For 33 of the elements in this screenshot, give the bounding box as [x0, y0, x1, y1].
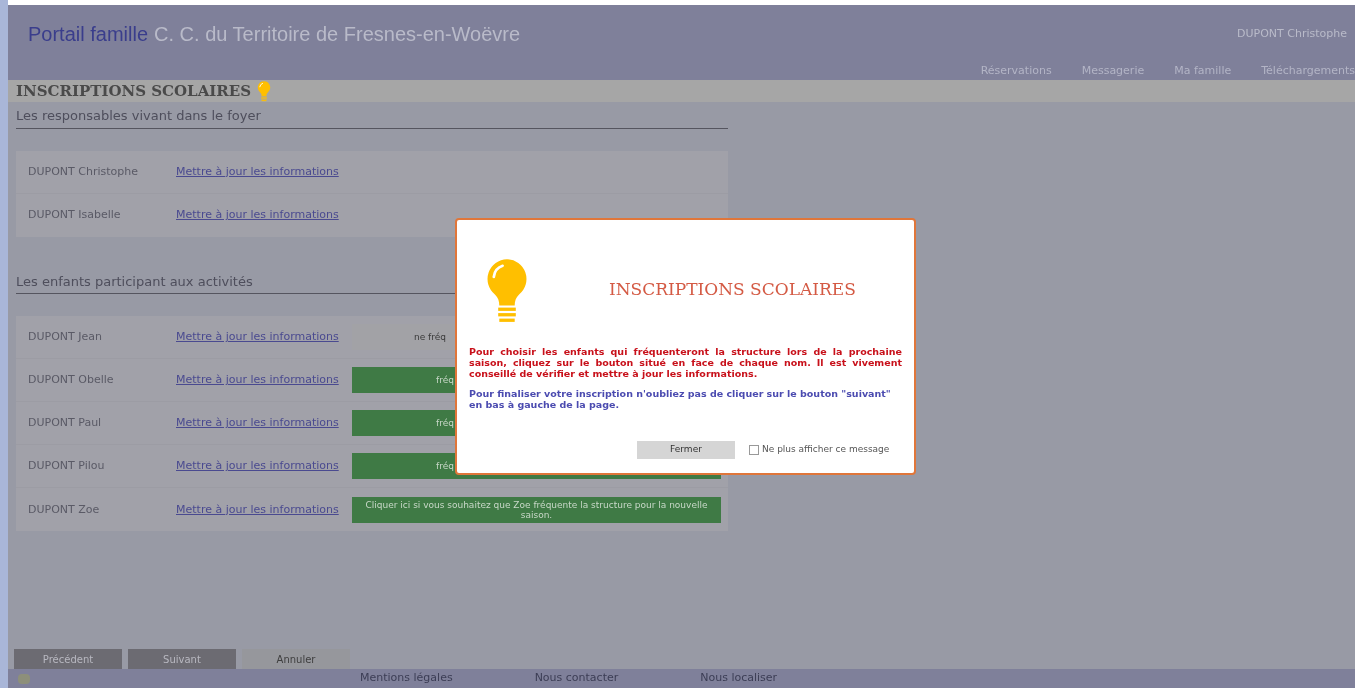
update-info-link[interactable]: Mettre à jour les informations [176, 501, 352, 519]
user-name: DUPONT Christophe [1237, 26, 1347, 43]
warning-message: Pour choisir les enfants qui fréquenteront la structure lors de la prochaine saison, cliquez sur le bouton situé en face de chaque nom. Il est vivement conseillé de vérifier et mettre à jour les informations. [469, 346, 902, 379]
update-info-link[interactable]: Mettre à jour les informations [176, 207, 352, 224]
checkbox[interactable] [749, 445, 759, 455]
person-name: DUPONT Isabelle [27, 207, 122, 224]
person-name: DUPONT Christophe [27, 163, 139, 180]
update-info-link[interactable]: Mettre à jour les informations [176, 329, 352, 346]
action-button[interactable]: Précédent [14, 649, 122, 670]
action-button[interactable]: Annuler [242, 649, 350, 670]
person-name: DUPONT Obelle [27, 372, 115, 389]
update-info-link[interactable]: Mettre à jour les informations [176, 415, 352, 432]
person-name: DUPONT Zoe [27, 501, 101, 518]
close-button[interactable]: Fermer [637, 441, 735, 459]
update-info-link[interactable]: Mettre à jour les informations [176, 458, 352, 475]
lightbulb-icon [257, 80, 272, 103]
organisation-name: C. C. du Territoire de Fresnes-en-Woëvre [154, 22, 521, 48]
footer-link[interactable]: Mentions légales [360, 670, 453, 687]
person-name: DUPONT Pilou [27, 458, 106, 475]
footer-link[interactable]: Nous localiser [700, 670, 778, 687]
action-button[interactable]: Suivant [128, 649, 236, 670]
person-name: DUPONT Jean [27, 329, 103, 346]
footer-link[interactable]: Nous contacter [534, 670, 619, 687]
update-info-link[interactable]: Mettre à jour les informations [176, 163, 352, 181]
update-info-link[interactable]: Mettre à jour les informations [176, 372, 352, 389]
checkbox-label: Ne plus afficher ce message [762, 443, 890, 457]
attendance-button[interactable]: Cliquer ici si vous souhaitez que Zoe fréquente la structure pour la nouvelle saison. [352, 496, 721, 523]
person-name: DUPONT Paul [27, 415, 103, 432]
portal-title: Portail famille [28, 22, 149, 48]
footer-logo-icon [18, 673, 30, 684]
page-title: INSCRIPTIONS SCOLAIRES [16, 80, 252, 102]
info-message: Pour finaliser votre inscription n'oubliez pas de cliquer sur le bouton "suivant" en bas à gauche de la page. [469, 388, 892, 410]
section-heading: Les responsables vivant dans le foyer [16, 106, 728, 129]
